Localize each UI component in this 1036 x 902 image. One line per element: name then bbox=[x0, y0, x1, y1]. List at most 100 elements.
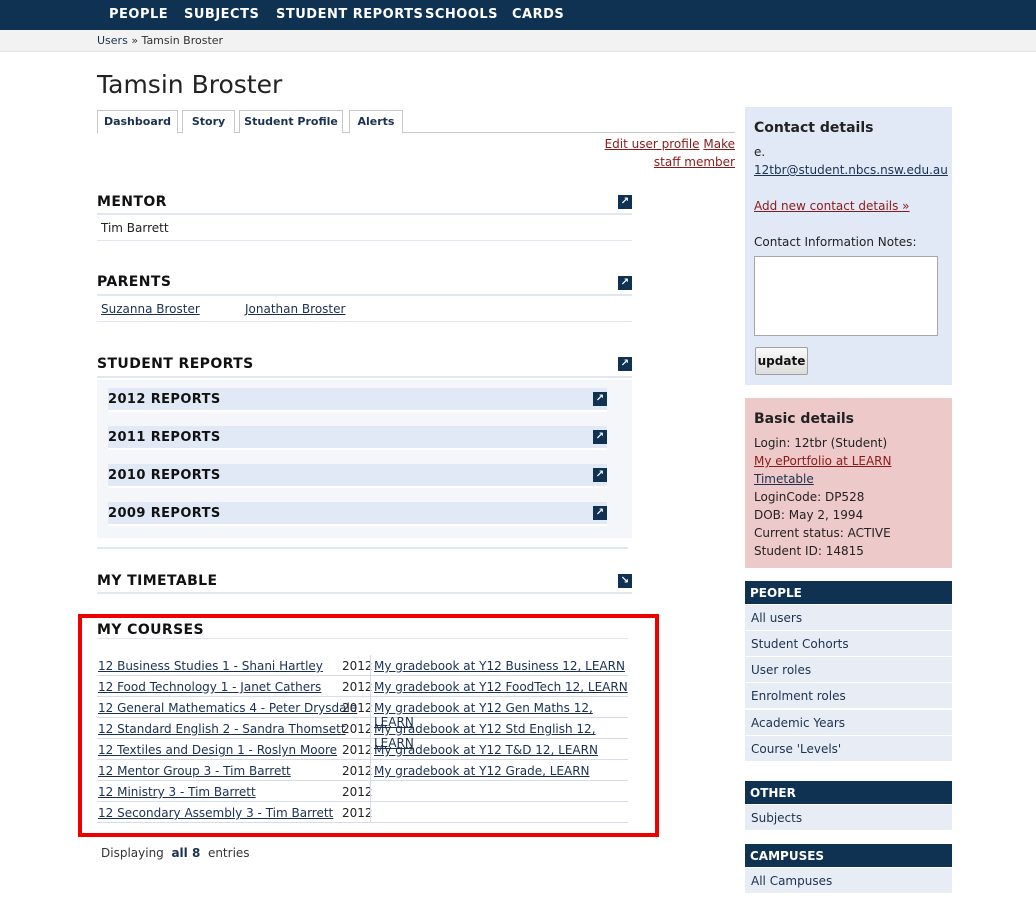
course-row: 12 Mentor Group 3 - Tim Barrett 2012 My gr… bbox=[97, 760, 628, 781]
course-row: 12 Textiles and Design 1 - Roslyn Moore 2… bbox=[97, 739, 628, 760]
breadcrumb-users-link[interactable]: Users bbox=[97, 34, 128, 47]
report-2009-label: 2009 REPORTS bbox=[108, 506, 221, 521]
report-2009[interactable]: 2009 REPORTS ↗ bbox=[108, 502, 607, 526]
report-2012-expand-icon[interactable]: ↗ bbox=[593, 392, 607, 406]
course-year: 2012 bbox=[342, 743, 373, 757]
course-year: 2012 bbox=[342, 701, 373, 715]
sidebar-item-all-users[interactable]: All users bbox=[745, 605, 952, 631]
sidebar-people-heading: PEOPLE bbox=[745, 581, 952, 604]
course-name-link[interactable]: 12 Standard English 2 - Sandra Thomsett bbox=[98, 722, 346, 736]
sidebar-item-student-cohorts[interactable]: Student Cohorts bbox=[745, 631, 952, 657]
student-reports-divider bbox=[97, 376, 632, 378]
parents-heading: PARENTS bbox=[97, 274, 172, 290]
gradebook-link[interactable]: My gradebook at Y12 T&D 12, LEARN bbox=[374, 743, 598, 757]
course-column-divider bbox=[370, 739, 371, 759]
dob: DOB: May 2, 1994 bbox=[754, 508, 864, 522]
tab-alerts[interactable]: Alerts bbox=[349, 110, 403, 133]
nav-people[interactable]: PEOPLE bbox=[109, 7, 168, 22]
nav-schools[interactable]: SCHOOLS bbox=[425, 7, 498, 22]
report-2010-label: 2010 REPORTS bbox=[108, 468, 221, 483]
gradebook-link[interactable]: My gradebook at Y12 FoodTech 12, LEARN bbox=[374, 680, 628, 694]
breadcrumb-separator: » bbox=[131, 34, 139, 47]
report-2012[interactable]: 2012 REPORTS ↗ bbox=[108, 388, 607, 412]
entries-prefix: Displaying bbox=[101, 846, 164, 860]
course-name-link[interactable]: 12 Secondary Assembly 3 - Tim Barrett bbox=[98, 806, 333, 820]
basic-details-panel: Basic details Login: 12tbr (Student) My … bbox=[745, 398, 952, 568]
course-year: 2012 bbox=[342, 722, 373, 736]
course-row: 12 Secondary Assembly 3 - Tim Barrett 201… bbox=[97, 802, 628, 823]
report-2010[interactable]: 2010 REPORTS ↗ bbox=[108, 464, 607, 488]
timetable-expand-icon[interactable]: ↘ bbox=[618, 574, 632, 588]
mentor-heading: MENTOR bbox=[97, 194, 167, 210]
sidebar-item-user-roles[interactable]: User roles bbox=[745, 657, 952, 683]
current-status: Current status: ACTIVE bbox=[754, 526, 891, 540]
mentor-divider bbox=[97, 213, 632, 215]
student-reports-expand-icon[interactable]: ↗ bbox=[618, 357, 632, 371]
parents-divider bbox=[97, 294, 632, 296]
course-name-link[interactable]: 12 Mentor Group 3 - Tim Barrett bbox=[98, 764, 291, 778]
email-prefix: e. bbox=[754, 145, 766, 159]
course-row: 12 Food Technology 1 - Janet Cathers 2012… bbox=[97, 676, 628, 697]
mentor-bottom-divider bbox=[97, 240, 632, 241]
sidebar-item-course-levels[interactable]: Course 'Levels' bbox=[745, 736, 952, 762]
gradebook-link[interactable]: My gradebook at Y12 Business 12, LEARN bbox=[374, 659, 625, 673]
course-column-divider bbox=[370, 802, 371, 822]
email-link[interactable]: 12tbr@student.nbcs.nsw.edu.au bbox=[754, 163, 948, 177]
edit-user-profile-link[interactable]: Edit user profile bbox=[605, 137, 700, 151]
course-row: 12 Ministry 3 - Tim Barrett 2012 bbox=[97, 781, 628, 802]
sidebar-item-academic-years[interactable]: Academic Years bbox=[745, 710, 952, 736]
reports-bottom-divider bbox=[97, 547, 628, 549]
parent-name-2[interactable]: Jonathan Broster bbox=[245, 302, 345, 316]
profile-actions: Edit user profile Make staff member bbox=[585, 135, 735, 171]
course-name-link[interactable]: 12 Food Technology 1 - Janet Cathers bbox=[98, 680, 321, 694]
sidebar-item-all-campuses[interactable]: All Campuses bbox=[745, 868, 952, 894]
contact-notes-textarea[interactable] bbox=[754, 256, 938, 336]
course-name-link[interactable]: 12 General Mathematics 4 - Peter Drysdal… bbox=[98, 701, 357, 715]
sidebar-other-heading: OTHER bbox=[745, 781, 952, 804]
contact-details-panel: Contact details e. 12tbr@student.nbcs.ns… bbox=[745, 107, 952, 385]
my-courses-divider bbox=[97, 638, 628, 639]
tab-dashboard[interactable]: Dashboard bbox=[97, 110, 178, 134]
nav-subjects[interactable]: SUBJECTS bbox=[184, 7, 259, 22]
course-name-link[interactable]: 12 Business Studies 1 - Shani Hartley bbox=[98, 659, 323, 673]
parent-link-2[interactable]: Jonathan Broster bbox=[245, 302, 345, 316]
report-2010-expand-icon[interactable]: ↗ bbox=[593, 468, 607, 482]
course-column-divider bbox=[370, 760, 371, 780]
top-nav: PEOPLE SUBJECTS STUDENT REPORTS SCHOOLS … bbox=[0, 0, 1036, 30]
eportfolio-link[interactable]: My ePortfolio at LEARN bbox=[754, 454, 892, 468]
sidebar-item-subjects[interactable]: Subjects bbox=[745, 805, 952, 831]
gradebook-link[interactable]: My gradebook at Y12 Grade, LEARN bbox=[374, 764, 590, 778]
timetable-link[interactable]: Timetable bbox=[754, 472, 814, 486]
course-year: 2012 bbox=[342, 785, 373, 799]
login-info: Login: 12tbr (Student) bbox=[754, 436, 888, 450]
report-2009-expand-icon[interactable]: ↗ bbox=[593, 506, 607, 520]
course-year: 2012 bbox=[342, 680, 373, 694]
nav-cards[interactable]: CARDS bbox=[512, 7, 564, 22]
mentor-expand-icon[interactable]: ↗ bbox=[618, 195, 632, 209]
course-name-link[interactable]: 12 Ministry 3 - Tim Barrett bbox=[98, 785, 256, 799]
my-courses-heading: MY COURSES bbox=[97, 622, 204, 638]
sidebar-campuses-heading: CAMPUSES bbox=[745, 844, 952, 867]
add-contact-details-link[interactable]: Add new contact details » bbox=[754, 199, 910, 213]
parent-link-1[interactable]: Suzanna Broster bbox=[101, 302, 200, 316]
parents-bottom-divider bbox=[97, 321, 632, 322]
breadcrumb-current: Tamsin Broster bbox=[141, 34, 224, 47]
course-column-divider bbox=[370, 676, 371, 696]
report-2011[interactable]: 2011 REPORTS ↗ bbox=[108, 426, 607, 450]
tab-student-profile[interactable]: Student Profile bbox=[239, 110, 343, 133]
entries-total: all 8 bbox=[171, 846, 201, 860]
update-button[interactable]: update bbox=[755, 347, 808, 375]
login-code: LoginCode: DP528 bbox=[754, 490, 865, 504]
breadcrumb-bar: Users » Tamsin Broster bbox=[0, 30, 1036, 52]
sidebar-item-enrolment-roles[interactable]: Enrolment roles bbox=[745, 683, 952, 709]
course-column-divider bbox=[370, 718, 371, 738]
course-row: 12 Business Studies 1 - Shani Hartley 201… bbox=[97, 655, 628, 676]
parent-name-1[interactable]: Suzanna Broster bbox=[101, 302, 200, 316]
nav-student-reports[interactable]: STUDENT REPORTS bbox=[276, 7, 423, 22]
report-2011-expand-icon[interactable]: ↗ bbox=[593, 430, 607, 444]
mentor-name: Tim Barrett bbox=[101, 221, 169, 235]
course-name-link[interactable]: 12 Textiles and Design 1 - Roslyn Moore bbox=[98, 743, 337, 757]
parents-expand-icon[interactable]: ↗ bbox=[618, 276, 632, 290]
student-reports-heading: STUDENT REPORTS bbox=[97, 356, 254, 372]
tab-story[interactable]: Story bbox=[182, 110, 235, 133]
